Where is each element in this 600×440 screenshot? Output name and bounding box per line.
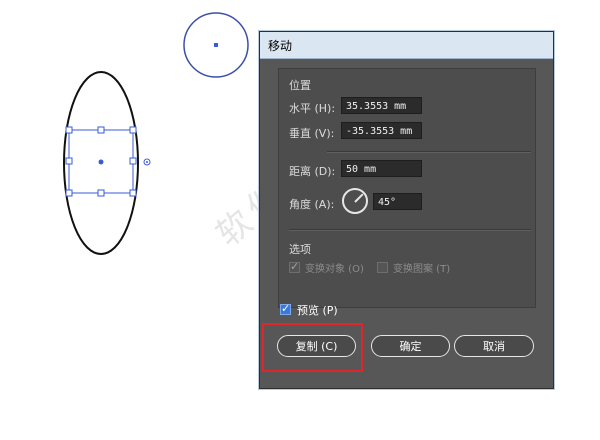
angle-label: 角度 (A): bbox=[289, 198, 335, 211]
cancel-button[interactable]: 取消 bbox=[454, 335, 534, 357]
dialog-titlebar[interactable]: 移动 bbox=[260, 32, 553, 59]
ok-button[interactable]: 确定 bbox=[371, 335, 450, 357]
rotate-handle-dot bbox=[146, 161, 148, 163]
transform-objects-checkbox[interactable] bbox=[289, 260, 300, 273]
horizontal-label: 水平 (H): bbox=[289, 102, 336, 115]
preview-label: 预览 (P) bbox=[297, 304, 338, 317]
options-section-label: 选项 bbox=[289, 243, 311, 256]
angle-dial-icon[interactable] bbox=[342, 188, 368, 214]
preview-checkbox[interactable] bbox=[280, 302, 291, 315]
transform-pattern-label: 变换图案 (T) bbox=[393, 264, 451, 275]
dialog-title: 移动 bbox=[268, 39, 293, 53]
angle-input[interactable]: 45° bbox=[373, 193, 422, 210]
position-section-label: 位置 bbox=[289, 79, 311, 92]
transform-pattern-checkbox[interactable] bbox=[377, 262, 388, 273]
transform-objects-label: 变换对象 (O) bbox=[305, 264, 364, 275]
selection-center-point bbox=[98, 159, 104, 165]
horizontal-input[interactable]: 35.3553 mm bbox=[341, 97, 422, 114]
vertical-input[interactable]: -35.3553 mm bbox=[341, 122, 422, 139]
distance-input[interactable]: 50 mm bbox=[341, 160, 422, 177]
copy-button-highlight bbox=[262, 323, 363, 372]
divider bbox=[327, 151, 531, 153]
divider bbox=[289, 229, 531, 231]
distance-label: 距离 (D): bbox=[289, 165, 336, 178]
vertical-label: 垂直 (V): bbox=[289, 127, 335, 140]
preview-circle-center bbox=[214, 43, 218, 47]
dialog-panel: 位置 水平 (H): 35.3553 mm 垂直 (V): -35.3553 m… bbox=[278, 68, 536, 308]
